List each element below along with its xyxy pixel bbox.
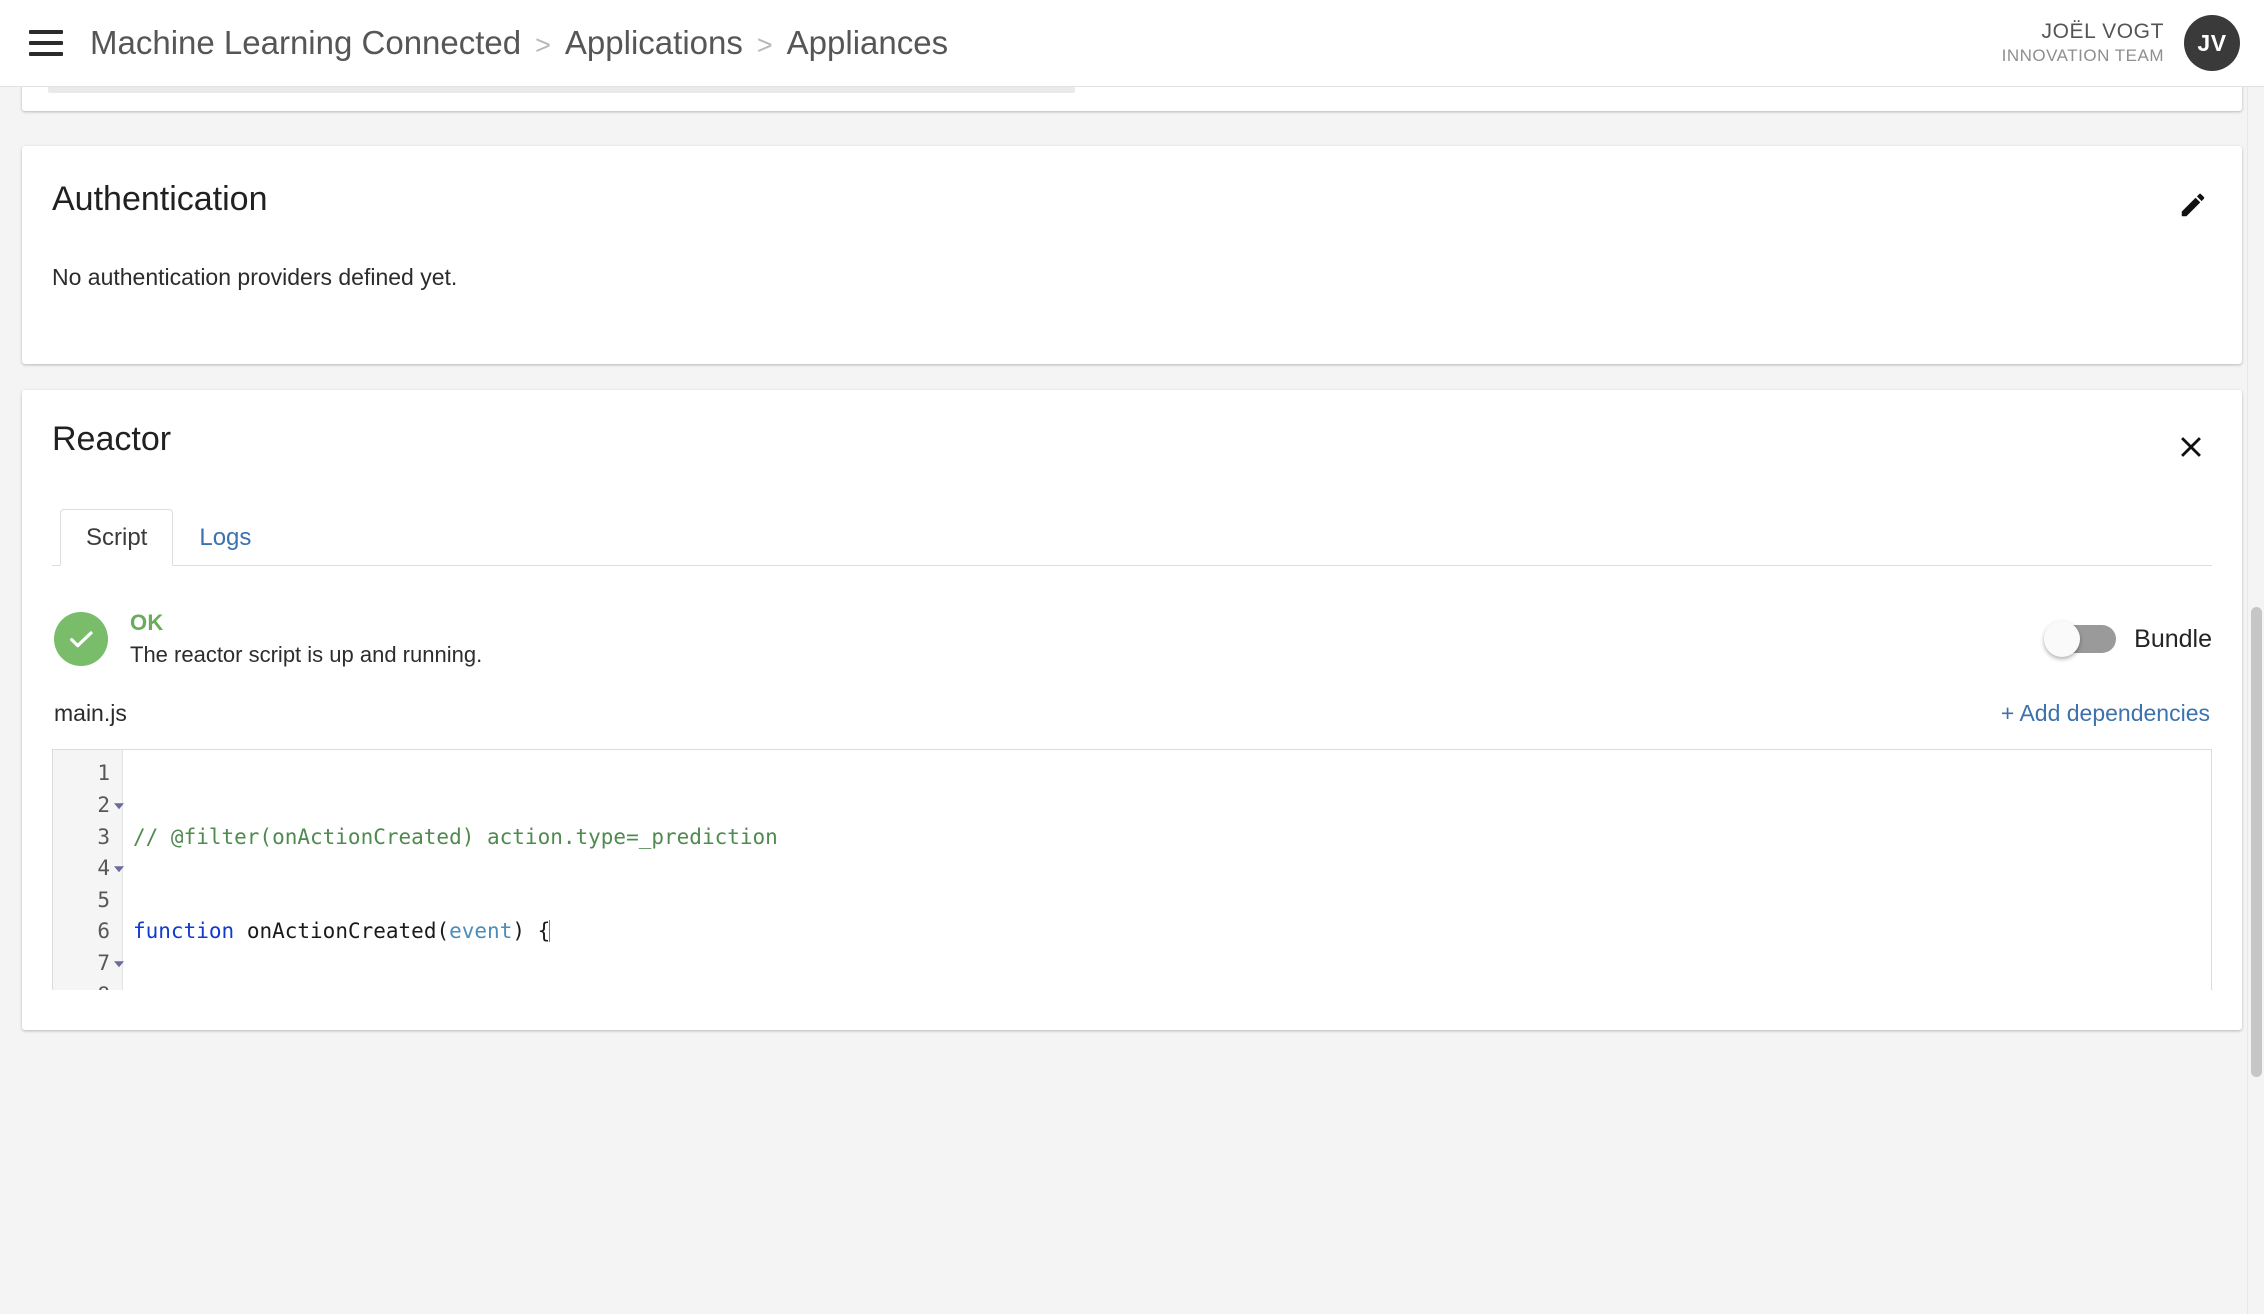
reactor-title: Reactor	[52, 420, 172, 458]
breadcrumb-separator: >	[756, 30, 773, 60]
hamburger-menu-icon[interactable]	[26, 23, 66, 63]
gutter-line-5: 5	[97, 887, 110, 912]
breadcrumb-item-appliances[interactable]: Appliances	[787, 24, 948, 62]
bundle-toggle-group: Bundle	[2044, 621, 2212, 658]
gutter-line-3: 3	[97, 824, 110, 849]
authentication-empty-message: No authentication providers defined yet.	[52, 264, 458, 291]
breadcrumb-separator: >	[535, 30, 551, 60]
code-editor[interactable]: 1234567891011121314 // @filter(onActionC…	[52, 749, 2212, 991]
breadcrumb: Machine Learning Connected > Application…	[90, 24, 948, 62]
authentication-title: Authentication	[52, 180, 268, 218]
gutter-line-6: 6	[97, 919, 110, 944]
tab-logs[interactable]: Logs	[173, 509, 277, 566]
close-x-icon[interactable]	[2168, 424, 2214, 470]
status-badge: OK	[130, 610, 164, 636]
card-partial-above	[22, 87, 2242, 111]
user-text-block: JOËL VOGT INNOVATION TEAM	[2002, 20, 2164, 67]
breadcrumb-item-applications[interactable]: Applications	[565, 24, 743, 62]
page-content: Authentication No authentication provide…	[0, 87, 2264, 1314]
reactor-tabs: Script Logs	[52, 503, 2212, 567]
user-name: JOËL VOGT	[2041, 19, 2164, 43]
gutter-line-1: 1	[97, 761, 110, 786]
file-name-label: main.js	[54, 700, 127, 727]
file-row: main.js + Add dependencies	[52, 700, 2212, 727]
page-scrollbar[interactable]	[2247, 87, 2264, 1314]
editor-gutter: 1234567891011121314	[53, 750, 124, 991]
status-description: The reactor script is up and running.	[130, 642, 483, 668]
breadcrumb-item-machine-learning-connected[interactable]: Machine Learning Connected	[90, 24, 521, 62]
tab-script[interactable]: Script	[60, 509, 174, 567]
check-circle-icon	[54, 612, 108, 667]
gutter-line-8: 8	[53, 980, 122, 991]
top-app-bar: Machine Learning Connected > Application…	[0, 0, 2264, 87]
editor-code-area[interactable]: // @filter(onActionCreated) action.type=…	[123, 750, 2211, 990]
gutter-line-2: 2	[53, 790, 124, 822]
user-team: INNOVATION TEAM	[2001, 46, 2164, 66]
partial-input-field[interactable]	[48, 87, 1075, 93]
reactor-status-text: OK The reactor script is up and running.	[130, 610, 482, 668]
scrollbar-thumb[interactable]	[2251, 607, 2262, 1077]
code-line-2: function onActionCreated(event) {	[133, 919, 551, 944]
add-dependencies-link[interactable]: + Add dependencies	[2001, 700, 2210, 727]
pencil-edit-icon[interactable]	[2170, 182, 2216, 228]
bundle-toggle-label: Bundle	[2134, 624, 2212, 653]
reactor-status-row: OK The reactor script is up and running.…	[52, 610, 2212, 668]
user-profile[interactable]: JOËL VOGT INNOVATION TEAM JV	[2002, 15, 2240, 71]
bundle-toggle[interactable]	[2044, 621, 2117, 658]
code-line-1: // @filter(onActionCreated) action.type=…	[133, 824, 778, 849]
avatar[interactable]: JV	[2184, 15, 2240, 71]
gutter-line-7: 7	[53, 948, 124, 980]
authentication-card: Authentication No authentication provide…	[22, 146, 2242, 364]
gutter-line-4: 4	[53, 853, 124, 885]
reactor-card: Reactor Script Logs OK The reactor scrip…	[22, 390, 2242, 1030]
